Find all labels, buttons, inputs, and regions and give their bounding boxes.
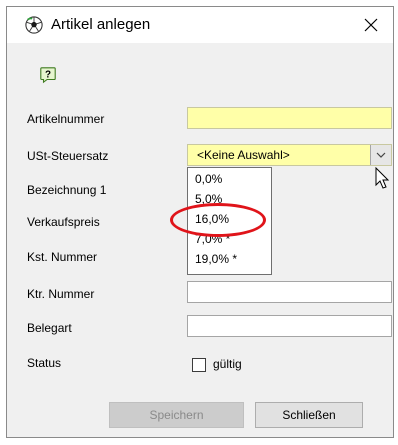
mouse-cursor-icon xyxy=(375,167,390,189)
label-ust-steuersatz: USt-Steuersatz xyxy=(27,149,109,163)
dialog-window: Artikel anlegen ? Artikelnummer USt-Steu… xyxy=(6,6,394,438)
dropdown-option[interactable]: 0,0% xyxy=(195,172,222,186)
label-verkaufspreis: Verkaufspreis xyxy=(27,215,100,229)
label-kst-nummer: Kst. Nummer xyxy=(27,250,98,264)
ktr-nummer-input[interactable] xyxy=(187,281,392,303)
artikelnummer-input[interactable] xyxy=(187,107,392,129)
highlight-annotation-circle xyxy=(170,203,266,237)
ust-steuersatz-select[interactable]: <Keine Auswahl> xyxy=(187,144,392,166)
title-bar[interactable]: Artikel anlegen xyxy=(7,7,393,43)
label-bezeichnung: Bezeichnung 1 xyxy=(27,183,107,197)
belegart-input[interactable] xyxy=(187,315,392,337)
svg-text:?: ? xyxy=(45,69,51,80)
label-belegart: Belegart xyxy=(27,321,72,335)
soccer-ball-icon xyxy=(25,16,43,34)
close-button[interactable]: Schließen xyxy=(255,402,363,428)
label-ktr-nummer: Ktr. Nummer xyxy=(27,287,95,301)
label-status: Status xyxy=(27,356,62,370)
close-window-button[interactable] xyxy=(349,7,393,43)
window-title: Artikel anlegen xyxy=(51,16,151,33)
save-button[interactable]: Speichern xyxy=(109,402,244,428)
ust-selected-value: <Keine Auswahl> xyxy=(197,148,290,162)
dropdown-option[interactable]: 19,0% * xyxy=(195,252,237,266)
label-artikelnummer: Artikelnummer xyxy=(27,112,105,126)
close-icon xyxy=(364,18,378,32)
gueltig-checkbox[interactable] xyxy=(192,358,206,372)
help-icon[interactable]: ? xyxy=(39,66,57,84)
gueltig-checkbox-label[interactable]: gültig xyxy=(213,357,242,371)
chevron-down-icon[interactable] xyxy=(370,145,391,165)
